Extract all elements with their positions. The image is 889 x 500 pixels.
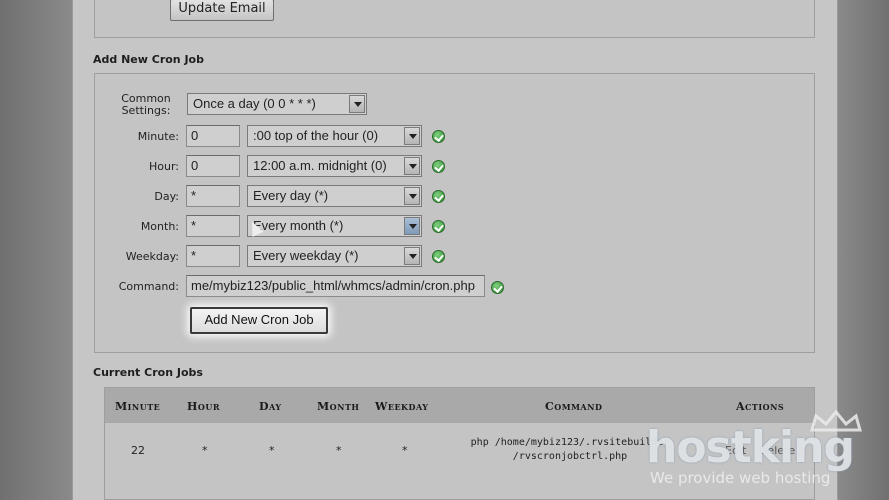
valid-check-icon: [432, 220, 445, 233]
chevron-down-icon[interactable]: [404, 157, 420, 175]
cell-month: *: [336, 444, 342, 457]
left-gutter: [0, 0, 72, 500]
chevron-down-icon[interactable]: [404, 247, 420, 265]
col-hour: Hour: [187, 400, 220, 413]
month-label: Month:: [140, 220, 179, 233]
col-minute: Minute: [115, 400, 161, 413]
chevron-down-icon[interactable]: [404, 127, 420, 145]
common-settings-label: Common Settings:: [121, 92, 171, 117]
chevron-down-icon[interactable]: [349, 95, 365, 113]
add-new-cron-job-button[interactable]: Add New Cron Job: [190, 307, 328, 334]
common-settings-select[interactable]: Once a day (0 0 * * *): [187, 93, 367, 115]
col-weekday: Weekday: [375, 400, 429, 413]
minute-input[interactable]: 0: [186, 125, 240, 147]
valid-check-icon: [432, 190, 445, 203]
command-label: Command:: [118, 280, 179, 293]
weekday-select-value: Every weekday (*): [253, 248, 359, 263]
chevron-down-icon[interactable]: [404, 217, 420, 235]
day-select[interactable]: Every day (*): [247, 185, 422, 207]
valid-check-icon: [432, 130, 445, 143]
minute-label: Minute:: [137, 130, 179, 143]
col-month: Month: [317, 400, 360, 413]
col-day: Day: [259, 400, 282, 413]
valid-check-icon: [491, 281, 504, 294]
weekday-select[interactable]: Every weekday (*): [247, 245, 422, 267]
month-input[interactable]: *: [186, 215, 240, 237]
day-label: Day:: [154, 190, 179, 203]
weekday-input[interactable]: *: [186, 245, 240, 267]
weekday-label: Weekday:: [125, 250, 179, 263]
month-select-value: Every month (*): [253, 218, 344, 233]
col-command: Command: [545, 400, 603, 413]
cell-minute: 22: [131, 444, 145, 457]
minute-select[interactable]: :00 top of the hour (0): [247, 125, 422, 147]
cell-day: *: [269, 444, 275, 457]
add-cron-title: Add New Cron Job: [93, 53, 204, 66]
hour-select-value: 12:00 a.m. midnight (0): [253, 158, 387, 173]
minute-select-value: :00 top of the hour (0): [253, 128, 379, 143]
valid-check-icon: [432, 160, 445, 173]
hour-label: Hour:: [148, 160, 179, 173]
hour-select[interactable]: 12:00 a.m. midnight (0): [247, 155, 422, 177]
brand-tagline: We provide web hosting: [650, 469, 831, 487]
day-select-value: Every day (*): [253, 188, 329, 203]
cell-weekday: *: [402, 444, 408, 457]
email-section: Update Email: [94, 0, 815, 38]
chevron-down-icon[interactable]: [404, 187, 420, 205]
common-settings-value: Once a day (0 0 * * *): [193, 96, 316, 111]
day-input[interactable]: *: [186, 185, 240, 207]
hostking-watermark: hostking We provide web hosting: [646, 408, 882, 490]
command-input[interactable]: me/mybiz123/public_html/whmcs/admin/cron…: [186, 275, 485, 297]
update-email-button[interactable]: Update Email: [170, 0, 274, 21]
hour-input[interactable]: 0: [186, 155, 240, 177]
current-cron-title: Current Cron Jobs: [93, 366, 203, 379]
month-select[interactable]: Every month (*): [247, 215, 422, 237]
valid-check-icon: [432, 250, 445, 263]
brand-logo: hostking: [646, 422, 855, 473]
cell-hour: *: [202, 444, 208, 457]
